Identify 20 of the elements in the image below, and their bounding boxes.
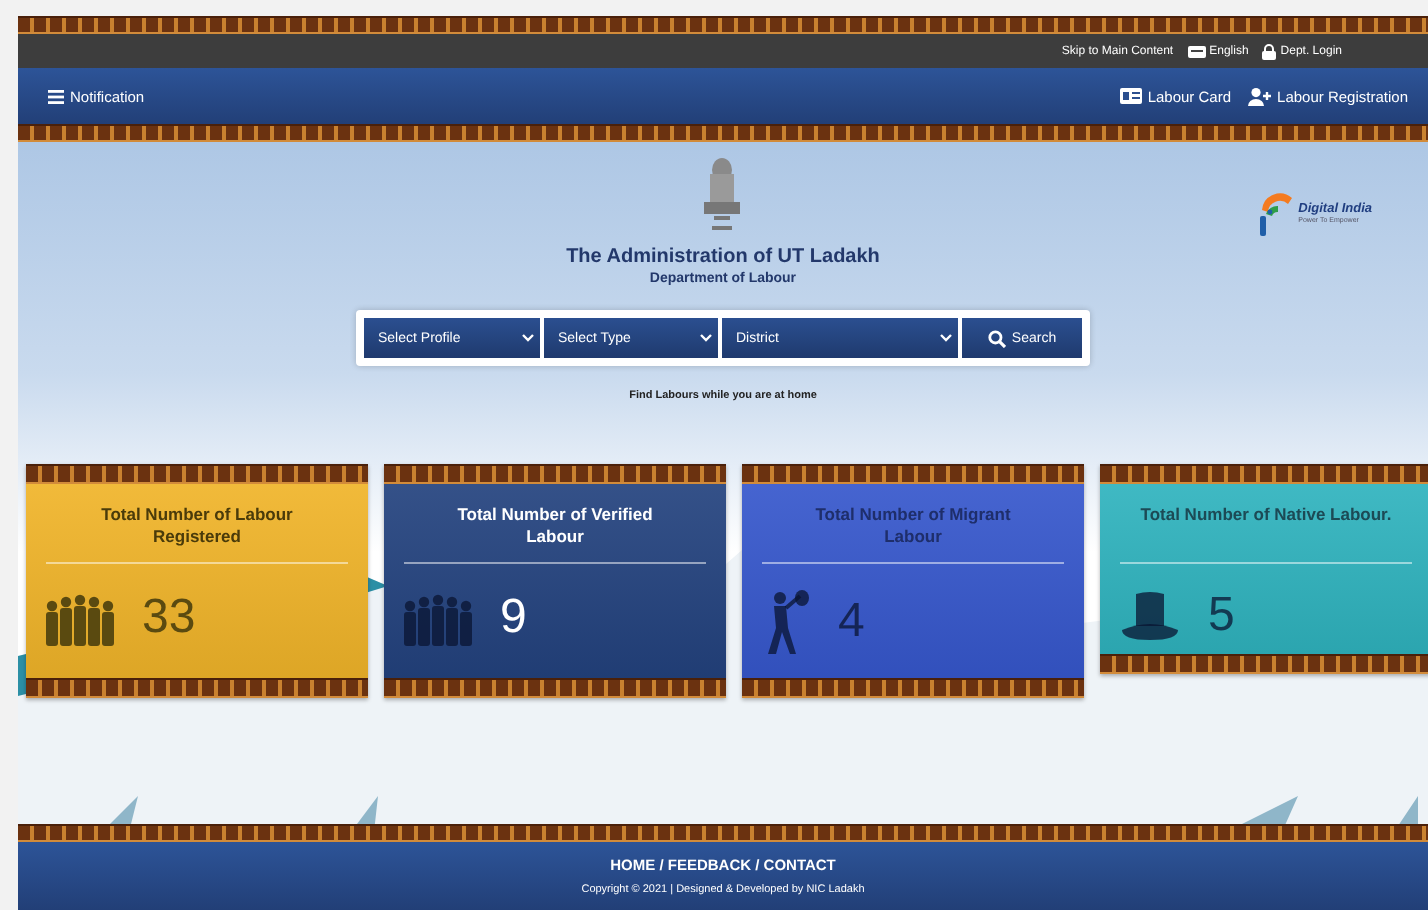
card-count: 9 [500,590,527,646]
card-title: Total Number of Migrant Labour [813,504,1013,551]
user-plus-icon [1247,87,1272,105]
hat-icon [1120,590,1180,642]
person-with-bag-icon [762,588,810,656]
card-title: Total Number of Labour Registered [99,504,295,551]
card-title: Total Number of Verified Labour [455,504,655,551]
search-icon [987,329,1006,347]
card-count: 4 [838,594,865,650]
chevron-down-icon [940,334,952,342]
chevron-down-icon [700,334,712,342]
keyboard-icon [1187,45,1206,57]
menu-icon [48,89,64,103]
id-card-icon [1119,88,1142,104]
chevron-down-icon [522,334,534,342]
card-title: Total Number of Native Labour. [1140,504,1392,528]
card-count: 5 [1208,588,1235,644]
site-title: The Administration of UT Ladakh [566,246,880,268]
lock-icon [1262,43,1277,59]
card-count: 33 [142,590,196,646]
